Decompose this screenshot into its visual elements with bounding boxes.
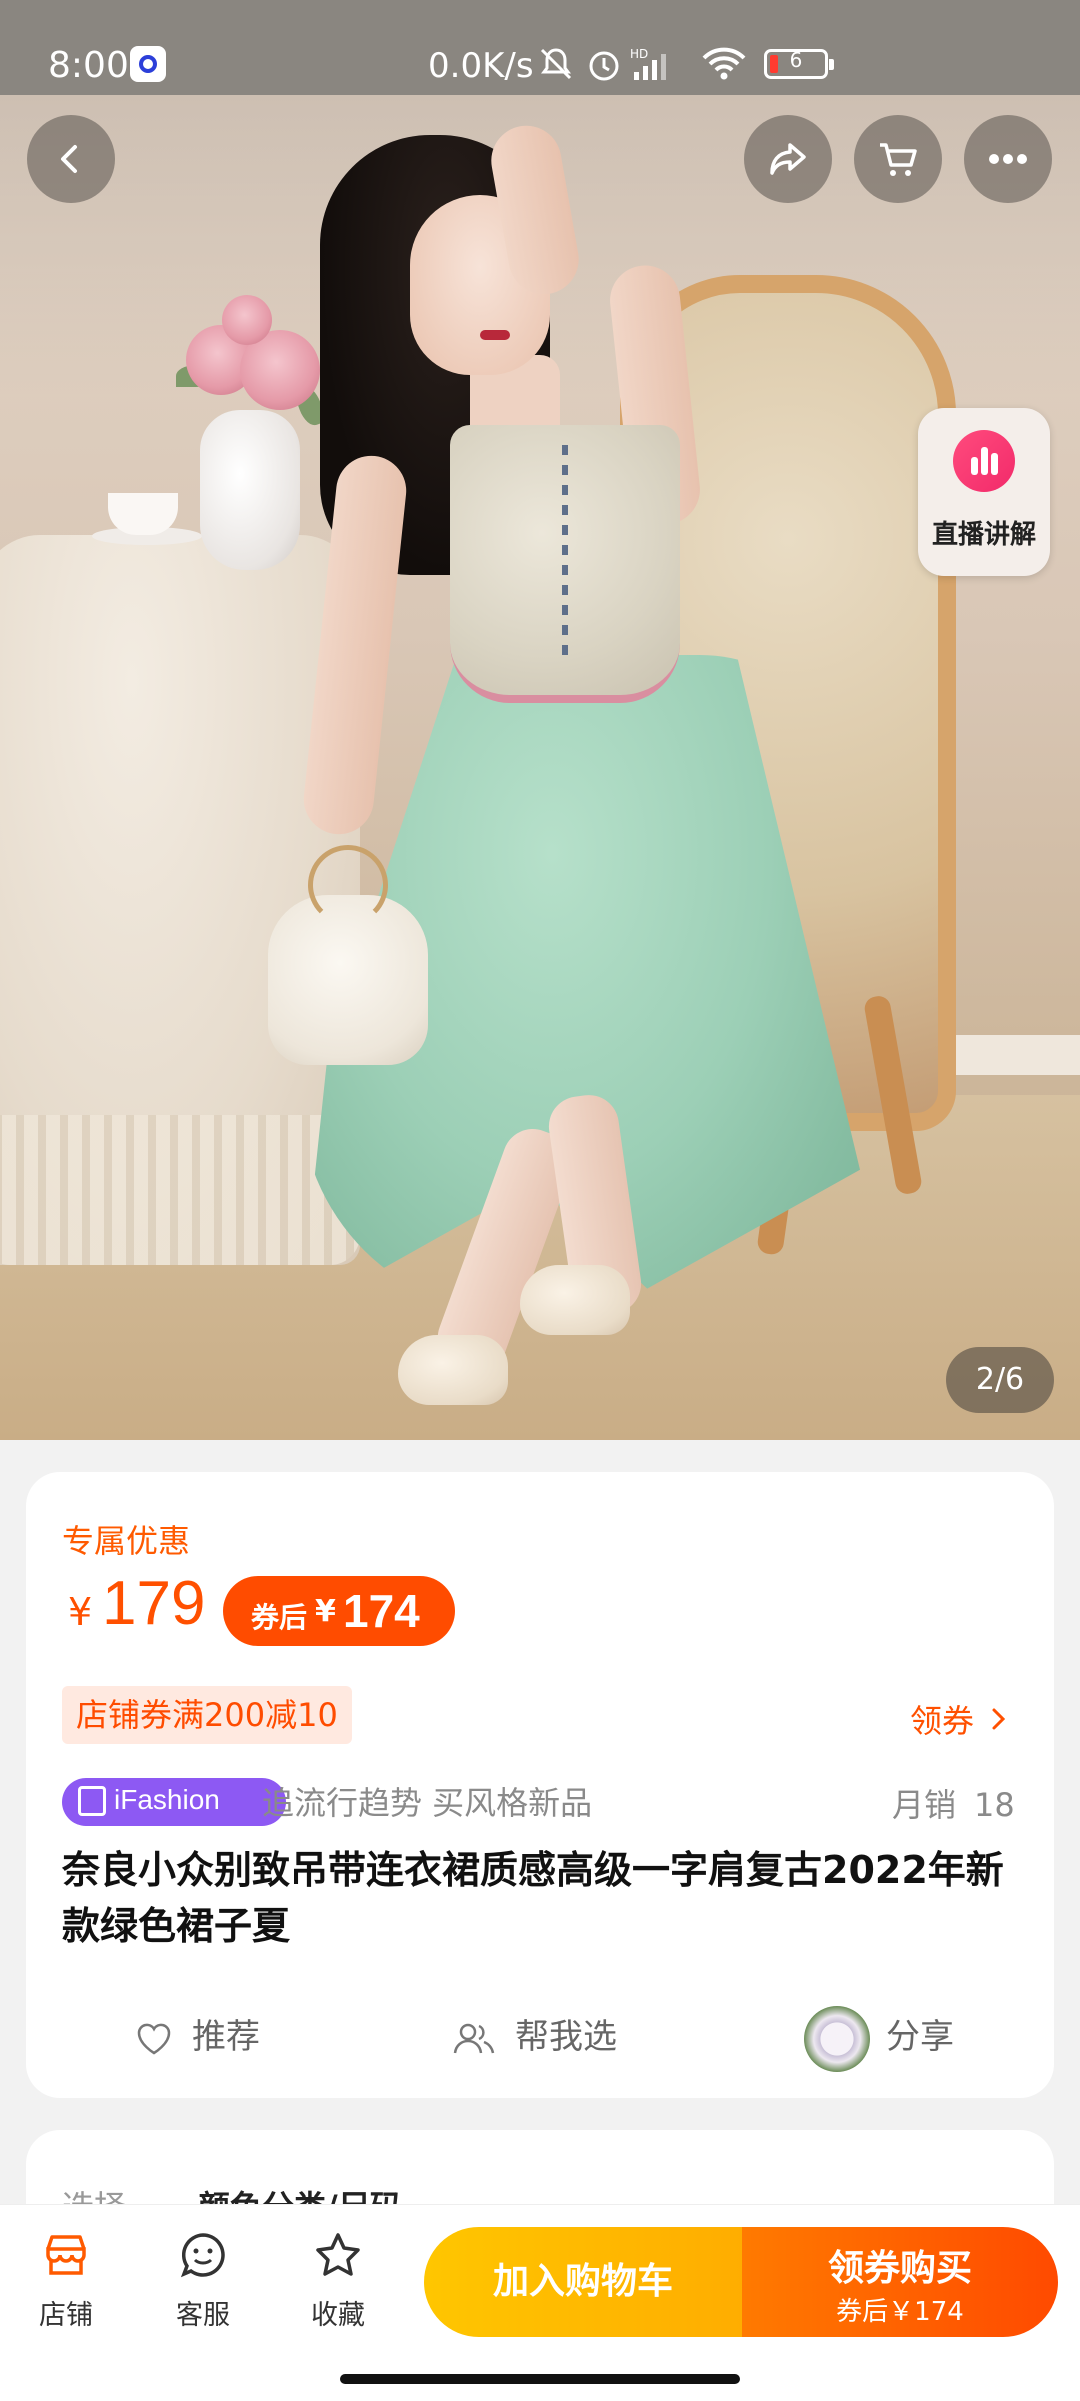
app-notification-icon <box>130 46 166 82</box>
after-coupon-price-badge: 券后 ¥ 174 <box>223 1576 455 1646</box>
favorite-tab[interactable]: 收藏 <box>288 2229 388 2332</box>
people-icon <box>453 2023 495 2053</box>
alarm-icon <box>589 51 619 81</box>
price: 179 <box>102 1569 206 1638</box>
avatar <box>804 2005 870 2072</box>
customer-service-icon <box>180 2233 225 2278</box>
product-title: 奈良小众别致吊带连衣裙质感高级一字肩复古2022年新款绿色裙子夏 <box>62 1848 1004 1948</box>
star-icon <box>316 2233 360 2276</box>
signal-icon: HD <box>630 47 666 80</box>
image-pager: 2/6 <box>946 1347 1054 1413</box>
more-dots-icon <box>989 154 1027 164</box>
status-time: 8:00 <box>48 45 129 86</box>
bottom-action-bar: 店铺 客服 收藏 加入购物车 领券购买 券后￥174 <box>0 2204 1080 2401</box>
store-tab[interactable]: 店铺 <box>16 2229 116 2332</box>
back-button[interactable] <box>27 115 115 203</box>
mute-bell-icon <box>540 48 572 80</box>
ifashion-badge[interactable]: iFashion <box>62 1778 286 1826</box>
store-coupon-tag[interactable]: 店铺券满200减10 <box>62 1686 352 1744</box>
brand-slogan: 追流行趋势 买风格新品 <box>262 1784 593 1822</box>
recommend-button[interactable]: 推荐 <box>134 2004 260 2070</box>
ifashion-logo-icon <box>78 1786 106 1816</box>
live-bars-icon <box>953 430 1015 492</box>
home-indicator[interactable] <box>340 2374 740 2384</box>
cart-button[interactable] <box>854 115 942 203</box>
handbag-illustration <box>268 845 428 1065</box>
network-speed: 0.0K/s <box>428 46 534 86</box>
customer-service-tab[interactable]: 客服 <box>153 2229 253 2332</box>
store-icon <box>46 2235 86 2275</box>
battery-icon: 6 <box>764 48 834 79</box>
help-choose-button[interactable]: 帮我选 <box>451 2004 617 2070</box>
price-currency: ¥ <box>68 1590 93 1634</box>
status-bar: 8:00 0.0K/s HD 6 <box>0 0 1080 95</box>
wifi-icon <box>702 47 746 80</box>
product-image[interactable] <box>0 95 1080 1440</box>
share-icon <box>770 143 806 175</box>
svg-text:HD: HD <box>630 47 648 61</box>
shopping-cart-icon <box>880 143 917 176</box>
promo-label: 专属优惠 <box>62 1522 191 1560</box>
monthly-sales: 月销 18 <box>892 1786 1015 1824</box>
add-to-cart-button[interactable]: 加入购物车 <box>424 2227 742 2337</box>
more-button[interactable] <box>964 115 1052 203</box>
share-button[interactable] <box>744 115 832 203</box>
get-coupon-link[interactable]: 领券 <box>910 1696 1008 1742</box>
chevron-right-icon <box>990 1702 1008 1740</box>
live-explain-button[interactable]: 直播讲解 <box>918 408 1050 576</box>
live-explain-label: 直播讲解 <box>931 520 1036 550</box>
heart-icon <box>137 2023 171 2054</box>
share-product-button[interactable]: 分享 <box>804 2004 954 2072</box>
coupon-buy-button[interactable]: 领券购买 券后￥174 <box>742 2227 1058 2337</box>
chevron-left-icon <box>61 145 77 173</box>
product-info-card: 专属优惠 ¥ 179 券后 ¥ 174 店铺券满200减10 领券 iFashi… <box>26 1472 1054 2098</box>
